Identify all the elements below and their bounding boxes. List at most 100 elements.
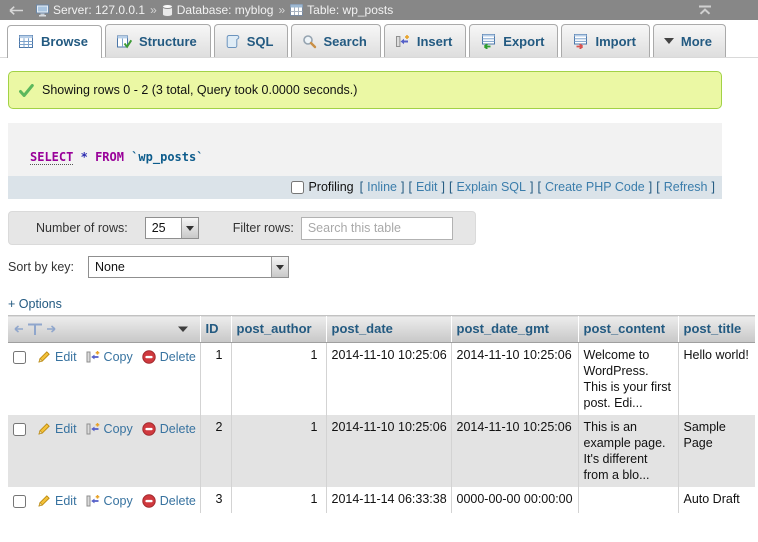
bracket: [ bbox=[656, 180, 659, 194]
delete-link[interactable]: Delete bbox=[160, 421, 196, 437]
database-icon bbox=[162, 4, 173, 17]
tab-sql[interactable]: SQL bbox=[214, 24, 288, 57]
search-icon bbox=[302, 34, 317, 49]
copy-icon[interactable] bbox=[86, 350, 100, 364]
column-header-post-content[interactable]: post_content bbox=[578, 316, 678, 343]
copy-link[interactable]: Copy bbox=[104, 349, 133, 365]
sql-query-text: SELECT * FROM `wp_posts` bbox=[8, 123, 722, 176]
cell-post-title: Sample Page bbox=[678, 415, 755, 487]
copy-link[interactable]: Copy bbox=[104, 493, 133, 509]
pencil-icon[interactable] bbox=[37, 350, 51, 364]
tab-structure[interactable]: Structure bbox=[105, 24, 211, 57]
table-row: Edit Copy Delete 1 1 2014-11-10 10:25:06… bbox=[8, 343, 755, 416]
edit-link[interactable]: Edit bbox=[55, 349, 77, 365]
table-row: Edit Copy Delete 2 1 2014-11-10 10:25:06… bbox=[8, 415, 755, 487]
row-checkbox[interactable] bbox=[13, 495, 26, 508]
breadcrumb-server[interactable]: Server: 127.0.0.1 bbox=[36, 3, 145, 17]
breadcrumb-database-label[interactable]: Database: myblog bbox=[177, 3, 274, 17]
pencil-icon[interactable] bbox=[37, 494, 51, 508]
bracket: ] bbox=[401, 180, 404, 194]
edit-link[interactable]: Edit bbox=[55, 493, 77, 509]
delete-icon[interactable] bbox=[142, 494, 156, 508]
bracket: [ bbox=[360, 180, 363, 194]
delete-link[interactable]: Delete bbox=[160, 493, 196, 509]
column-header-post-title[interactable]: post_title bbox=[678, 316, 755, 343]
tab-import[interactable]: Import bbox=[561, 24, 649, 57]
tab-sql-label: SQL bbox=[247, 34, 274, 49]
collapse-icon[interactable] bbox=[698, 5, 712, 15]
cell-post-content: This is an example page. It's different … bbox=[578, 415, 678, 487]
bracket: ] bbox=[712, 180, 715, 194]
breadcrumb-bar: Server: 127.0.0.1 » Database: myblog » T… bbox=[0, 0, 758, 20]
column-header-id[interactable]: ID bbox=[200, 316, 231, 343]
profiling-label: Profiling bbox=[308, 180, 353, 194]
filter-rows-input[interactable] bbox=[301, 217, 453, 240]
row-marker-icon[interactable] bbox=[13, 321, 57, 336]
sort-by-key-select[interactable]: None bbox=[88, 256, 289, 278]
header-row: ID post_author post_date post_date_gmt p… bbox=[8, 316, 755, 343]
options-toggle[interactable]: + Options bbox=[8, 297, 62, 311]
profiling-checkbox[interactable] bbox=[291, 181, 304, 194]
number-of-rows-select[interactable]: 25 bbox=[145, 217, 199, 239]
cell-post-date: 2014-11-14 06:33:38 bbox=[326, 487, 451, 513]
column-header-post-date-gmt[interactable]: post_date_gmt bbox=[451, 316, 578, 343]
cell-post-date-gmt: 0000-00-00 00:00:00 bbox=[451, 487, 578, 513]
tab-bar: Browse Structure SQL Search Insert bbox=[0, 20, 758, 58]
breadcrumb-table-label[interactable]: Table: wp_posts bbox=[307, 3, 393, 17]
number-of-rows-label: Number of rows: bbox=[36, 221, 128, 235]
cell-id: 3 bbox=[200, 487, 231, 513]
tab-browse-label: Browse bbox=[41, 34, 88, 49]
breadcrumb-database[interactable]: Database: myblog bbox=[162, 3, 274, 17]
cell-post-date: 2014-11-10 10:25:06 bbox=[326, 415, 451, 487]
sort-by-key-value: None bbox=[89, 257, 133, 277]
copy-icon[interactable] bbox=[86, 422, 100, 436]
tab-insert[interactable]: Insert bbox=[384, 24, 466, 57]
breadcrumb-separator: » bbox=[278, 3, 285, 17]
sql-toolbar-link-create-php-code[interactable]: Create PHP Code bbox=[545, 180, 645, 194]
cell-post-date-gmt: 2014-11-10 10:25:06 bbox=[451, 415, 578, 487]
bracket: ] bbox=[649, 180, 652, 194]
copy-icon[interactable] bbox=[86, 494, 100, 508]
row-checkbox[interactable] bbox=[13, 351, 26, 364]
sql-toolbar-link-refresh[interactable]: Refresh bbox=[664, 180, 708, 194]
table-icon bbox=[290, 4, 303, 16]
sql-keyword-select: SELECT bbox=[30, 150, 73, 165]
tab-browse[interactable]: Browse bbox=[7, 25, 102, 58]
column-header-post-author[interactable]: post_author bbox=[231, 316, 326, 343]
actions-menu-toggle-icon[interactable] bbox=[177, 325, 189, 333]
column-header-actions bbox=[8, 316, 200, 343]
cell-post-title: Hello world! bbox=[678, 343, 755, 416]
cell-id: 1 bbox=[200, 343, 231, 416]
sql-star: * bbox=[81, 150, 88, 164]
sql-toolbar-link-inline[interactable]: Inline bbox=[367, 180, 397, 194]
cell-post-title: Auto Draft bbox=[678, 487, 755, 513]
tab-search[interactable]: Search bbox=[291, 24, 381, 57]
results-table: ID post_author post_date post_date_gmt p… bbox=[8, 315, 755, 513]
back-icon[interactable] bbox=[8, 5, 24, 16]
cell-post-date: 2014-11-10 10:25:06 bbox=[326, 343, 451, 416]
copy-link[interactable]: Copy bbox=[104, 421, 133, 437]
sql-icon bbox=[225, 34, 240, 49]
column-header-post-date[interactable]: post_date bbox=[326, 316, 451, 343]
number-of-rows-value: 25 bbox=[146, 218, 174, 238]
server-icon bbox=[36, 4, 49, 17]
tab-more[interactable]: More bbox=[653, 24, 726, 57]
cell-post-author: 1 bbox=[231, 487, 326, 513]
bracket: ] bbox=[530, 180, 533, 194]
sql-toolbar-link-edit[interactable]: Edit bbox=[416, 180, 438, 194]
delete-icon[interactable] bbox=[142, 422, 156, 436]
delete-link[interactable]: Delete bbox=[160, 349, 196, 365]
tab-import-label: Import bbox=[595, 34, 635, 49]
delete-icon[interactable] bbox=[142, 350, 156, 364]
pencil-icon[interactable] bbox=[37, 422, 51, 436]
tab-export-label: Export bbox=[503, 34, 544, 49]
tab-export[interactable]: Export bbox=[469, 24, 558, 57]
sql-toolbar-link-explain-sql[interactable]: Explain SQL bbox=[456, 180, 525, 194]
breadcrumb-table[interactable]: Table: wp_posts bbox=[290, 3, 393, 17]
insert-icon bbox=[395, 34, 410, 49]
edit-link[interactable]: Edit bbox=[55, 421, 77, 437]
breadcrumb-server-label[interactable]: Server: 127.0.0.1 bbox=[53, 3, 145, 17]
row-checkbox[interactable] bbox=[13, 423, 26, 436]
tab-structure-label: Structure bbox=[139, 34, 197, 49]
tab-more-label: More bbox=[681, 34, 712, 49]
